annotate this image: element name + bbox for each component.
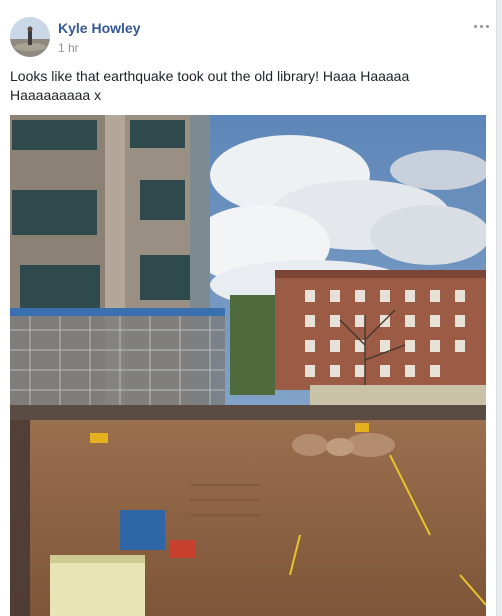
more-horizontal-icon (473, 24, 477, 28)
post-timestamp[interactable]: 1 hr (58, 41, 79, 55)
feed-post: Kyle Howley 1 hr Looks like that earthqu… (0, 0, 497, 616)
more-options-button[interactable] (469, 16, 493, 36)
post-photo[interactable] (10, 115, 486, 616)
author-avatar[interactable] (10, 17, 50, 57)
post-message: Looks like that earthquake took out the … (10, 68, 410, 103)
author-name-link[interactable]: Kyle Howley (58, 20, 140, 36)
